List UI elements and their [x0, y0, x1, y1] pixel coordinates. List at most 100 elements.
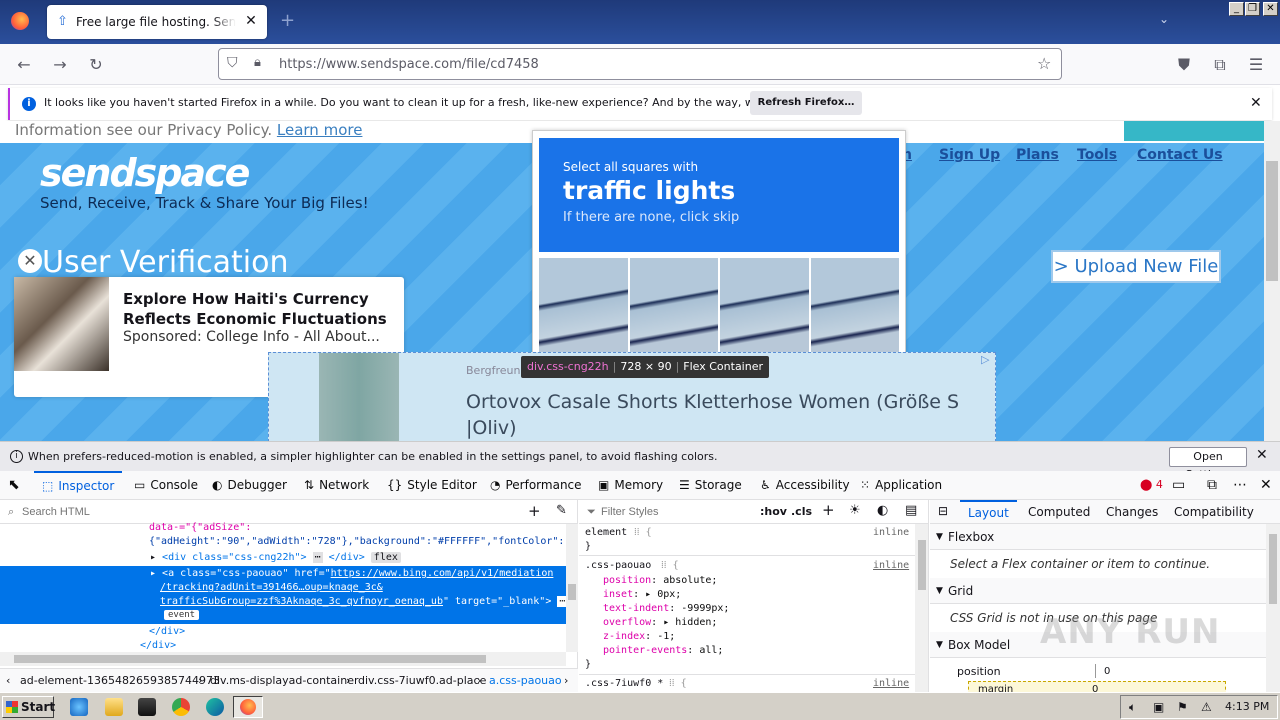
ad-product-title[interactable]: Ortovox Casale Shorts Kletterhose Women … [466, 389, 966, 441]
breadcrumb-back-icon[interactable]: ‹ [6, 674, 10, 687]
error-count-badge[interactable]: ⬤ 4 [1140, 478, 1163, 491]
tab-application[interactable]: ⁙ Application [860, 471, 942, 500]
tab-active[interactable]: ⇧ Free large file hosting. Send big file… [47, 5, 267, 39]
reload-icon[interactable]: ↻ [85, 54, 107, 76]
notification-close-icon[interactable]: ✕ [1250, 95, 1262, 111]
ad-headline[interactable]: Explore How Haiti's Currency Reflects Ec… [123, 289, 393, 329]
print-media-icon[interactable]: ▤ [905, 503, 917, 518]
devtools-close-icon[interactable]: ✕ [1260, 471, 1272, 500]
ad-close-icon[interactable]: ✕ [18, 249, 42, 273]
scrollbar-thumb[interactable] [918, 540, 926, 590]
tab-memory[interactable]: ▣ Memory [598, 471, 663, 500]
collapsed-badge[interactable]: ⋯ [312, 552, 323, 563]
grid-section-header[interactable]: ▼ Grid [930, 578, 1266, 604]
tab-changes[interactable]: Changes [1106, 505, 1158, 519]
rule-source[interactable]: inline [873, 527, 909, 538]
sendspace-logo[interactable]: sendspace [40, 151, 250, 195]
position-value[interactable]: 0 [1104, 666, 1110, 677]
search-html-input[interactable] [22, 503, 502, 521]
declaration[interactable]: z-index: -1; [603, 631, 675, 642]
declaration[interactable]: text-indent: -9999px; [603, 603, 729, 614]
markup-hscrollbar[interactable] [0, 652, 566, 666]
breadcrumb-item[interactable]: div.ms-displayad-container [210, 674, 358, 687]
markup-close-div[interactable]: </div> [140, 640, 176, 651]
tracking-shield-icon[interactable]: ⛉ [227, 55, 238, 71]
url-bar[interactable]: ⛉ 🔒︎ https://www.sendspace.com/file/cd74… [218, 48, 1062, 80]
hover-states-toggle[interactable]: :hov [760, 505, 787, 518]
breadcrumb-forward-icon[interactable]: › [564, 674, 568, 687]
dark-scheme-icon[interactable]: ◐ [877, 503, 888, 518]
prop-value[interactable]: absolute; [663, 575, 717, 586]
filter-styles-input[interactable] [601, 503, 751, 521]
rules-scrollbar[interactable] [915, 524, 928, 692]
prop-name[interactable]: pointer-events [603, 645, 687, 656]
dock-side-icon[interactable]: ⧉ [1207, 471, 1217, 500]
prop-name[interactable]: z-index [603, 631, 645, 642]
declaration[interactable]: overflow: ▸ hidden; [603, 617, 717, 628]
notice-close-icon[interactable]: ✕ [1256, 447, 1268, 463]
markup-line[interactable]: data-="{"adSize": [149, 522, 251, 533]
tab-console[interactable]: ▭ Console [134, 471, 198, 500]
scrollbar-thumb[interactable] [1269, 534, 1277, 604]
tab-close-icon[interactable]: ✕ [243, 13, 259, 29]
classes-toggle[interactable]: .cls [791, 505, 812, 518]
prop-name[interactable]: inset [603, 589, 633, 600]
tab-debugger[interactable]: ◐ Debugger [212, 471, 287, 500]
tab-network[interactable]: ⇅ Network [304, 471, 369, 500]
tab-layout[interactable]: Layout [960, 500, 1017, 524]
prop-value[interactable]: -1; [657, 631, 675, 642]
prop-name[interactable]: position [603, 575, 651, 586]
responsive-design-icon[interactable]: ▭ [1172, 471, 1185, 500]
list-all-tabs-icon[interactable]: ⌄ [1159, 12, 1169, 26]
prop-value[interactable]: ▸ hidden; [663, 617, 717, 628]
captcha-tile[interactable] [539, 258, 628, 358]
scrollbar-thumb[interactable] [1266, 161, 1278, 281]
captcha-tile[interactable] [629, 258, 718, 358]
open-settings-button[interactable]: Open Settings [1169, 447, 1247, 481]
tab-style-editor[interactable]: {} Style Editor [387, 471, 477, 500]
forward-arrow-icon[interactable]: → [49, 54, 71, 76]
toggle-sidebar-icon[interactable]: ⊟ [938, 504, 948, 518]
selected-markup-node[interactable]: ▸ <a class="css-paouao" href="https://ww… [0, 566, 568, 624]
eyedropper-icon[interactable]: ✎ [556, 503, 567, 518]
layout-scrollbar[interactable] [1266, 524, 1280, 692]
tab-accessibility[interactable]: ♿ Accessibility [760, 471, 850, 500]
back-arrow-icon[interactable]: ← [13, 54, 35, 76]
adchoices-icon[interactable]: ▷ [981, 353, 989, 366]
network-tray-icon[interactable]: ▣ [1153, 700, 1164, 714]
security-tray-icon[interactable]: ⚑ [1177, 700, 1188, 714]
element-picker-icon[interactable]: ⬉ [8, 471, 20, 500]
chrome-icon[interactable] [172, 698, 190, 716]
firefox-taskbar-button[interactable] [233, 696, 263, 718]
folder-icon[interactable] [105, 698, 123, 716]
shorts-product-image[interactable] [319, 353, 399, 441]
href-link[interactable]: https://www.bing.com/api/v1/mediation [331, 568, 554, 579]
nav-link-contact[interactable]: Contact Us [1137, 147, 1223, 163]
upload-new-file-button[interactable]: > Upload New File [1051, 250, 1221, 283]
refresh-firefox-button[interactable]: Refresh Firefox… [750, 91, 862, 115]
flexbox-section-header[interactable]: ▼ Flexbox [930, 524, 1266, 550]
add-rule-icon[interactable]: + [822, 501, 835, 519]
markup-close-div[interactable]: </div> [149, 626, 185, 637]
href-link[interactable]: trafficSubGroup=zzf%3Aknaqe_3c_qvfnoyr_o… [160, 596, 443, 607]
flex-badge[interactable]: flex [370, 552, 401, 563]
declaration[interactable]: position: absolute; [603, 575, 717, 586]
declaration[interactable]: pointer-events: all; [603, 645, 723, 656]
prop-name[interactable]: text-indent [603, 603, 669, 614]
declaration[interactable]: inset: ▸ 0px; [603, 589, 681, 600]
volume-icon[interactable]: 🔈︎ [1129, 700, 1136, 715]
lock-icon[interactable]: 🔒︎ [254, 55, 261, 70]
media-player-icon[interactable] [138, 698, 156, 716]
rule-selector[interactable]: .css-paouao [585, 560, 651, 571]
firefox-menu-icon[interactable] [11, 12, 29, 30]
alert-tray-icon[interactable]: ⚠ [1201, 700, 1212, 714]
nav-link-tools[interactable]: Tools [1077, 147, 1117, 163]
bookmark-star-icon[interactable]: ☆ [1037, 54, 1051, 73]
tab-compatibility[interactable]: Compatibility [1174, 505, 1254, 519]
scrollbar-thumb[interactable] [568, 584, 576, 600]
new-tab-button[interactable]: + [280, 11, 295, 31]
start-button[interactable]: Start [2, 696, 55, 718]
tab-inspector[interactable]: ⬚ Inspector [34, 471, 123, 500]
captcha-tile[interactable] [810, 258, 899, 358]
rule-source[interactable]: inline [873, 678, 909, 689]
